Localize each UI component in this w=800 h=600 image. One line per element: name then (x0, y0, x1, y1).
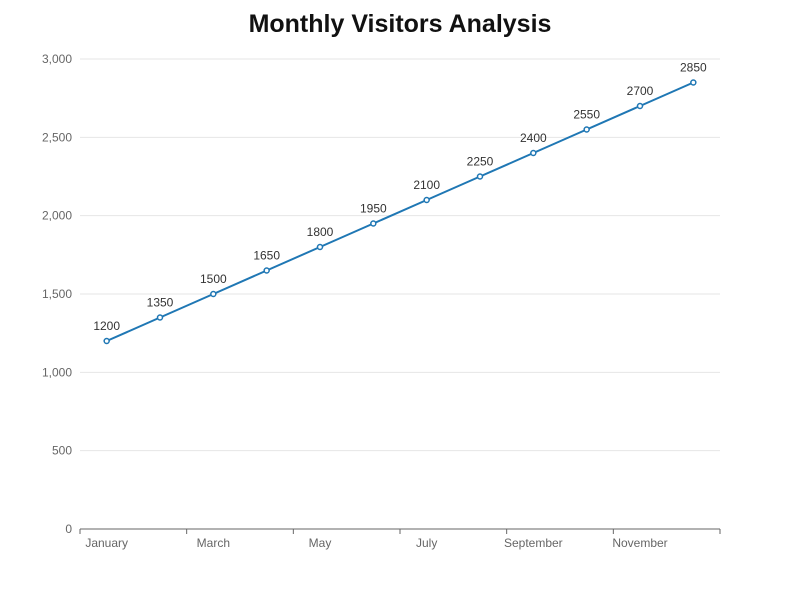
y-tick-label: 2,000 (42, 209, 72, 223)
y-axis-tick-labels: 0 500 1,000 1,500 2,000 2,500 3,000 (42, 52, 72, 536)
data-point (476, 173, 484, 180)
y-tick-label: 1,000 (42, 365, 72, 379)
data-point (690, 79, 697, 86)
data-point (156, 314, 164, 321)
data-labels: 1200 1350 1500 1650 1800 1950 2100 2250 2400 2550… (93, 61, 707, 334)
data-label: 1500 (200, 272, 227, 286)
data-label: 2700 (627, 84, 654, 98)
data-point (423, 196, 430, 204)
x-tick-label: November (612, 536, 667, 550)
x-axis-tick-labels: January March May July September November (85, 536, 667, 550)
y-tick-label: 0 (65, 522, 72, 536)
x-tick-label: January (85, 536, 128, 550)
x-axis (79, 528, 721, 534)
grid-lines (80, 58, 720, 452)
data-point (370, 220, 377, 227)
data-point (210, 290, 217, 298)
data-point (263, 267, 270, 274)
data-point (636, 102, 644, 110)
y-tick-label: 1,500 (42, 287, 72, 301)
data-label: 1800 (307, 225, 334, 239)
data-point (583, 126, 590, 133)
y-tick-label: 2,500 (42, 130, 72, 144)
series-line (106, 81, 694, 342)
data-label: 2550 (573, 108, 600, 122)
data-label: 1350 (147, 296, 174, 310)
line-chart: 0 500 1,000 1,500 2,000 2,500 3,000 January Mar… (42, 52, 721, 550)
series-visitors (103, 79, 697, 345)
data-label: 2250 (467, 155, 494, 169)
data-point (530, 149, 537, 157)
x-tick-label: July (416, 536, 437, 550)
y-tick-label: 3,000 (42, 52, 72, 66)
data-label: 2400 (520, 131, 547, 145)
data-label: 2100 (413, 178, 440, 192)
data-label: 2850 (680, 61, 707, 75)
data-point (316, 243, 324, 251)
data-label: 1650 (253, 249, 280, 263)
data-point (103, 337, 110, 345)
x-tick-label: March (197, 536, 230, 550)
x-tick-label: September (504, 536, 563, 550)
y-tick-label: 500 (52, 444, 72, 458)
data-label: 1200 (93, 319, 120, 333)
data-label: 1950 (360, 202, 387, 216)
x-tick-label: May (309, 536, 332, 550)
